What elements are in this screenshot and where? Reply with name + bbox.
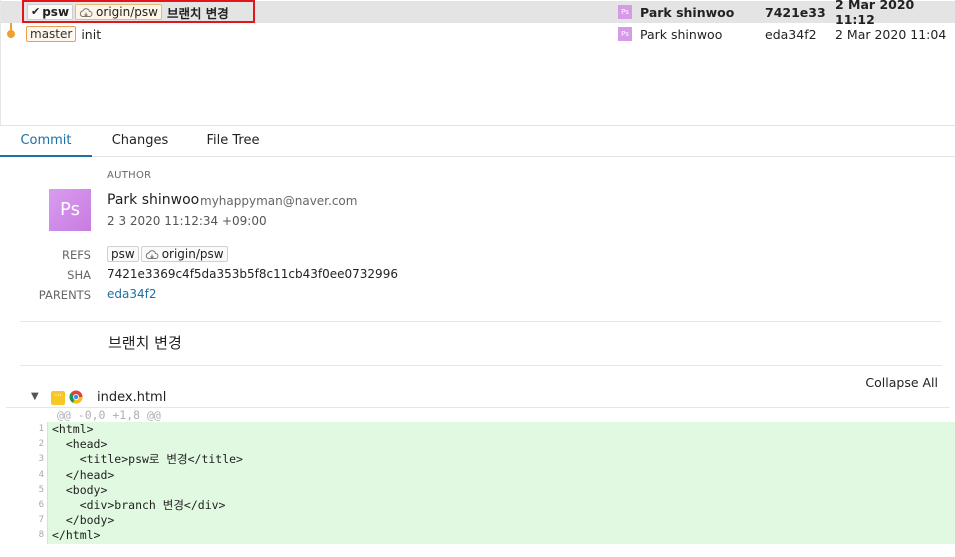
file-diff-header[interactable]: ▼ ··· index.html bbox=[0, 388, 955, 408]
line-number: 3 bbox=[0, 452, 47, 468]
commit-list: ✔ psw origin/psw 브랜치 변경 Ps Park shinwoo … bbox=[0, 0, 955, 126]
diff-line: 8 </html> bbox=[0, 528, 955, 544]
line-number: 2 bbox=[0, 437, 47, 453]
line-number: 1 bbox=[0, 422, 47, 438]
ref-tag-branch[interactable]: psw bbox=[107, 246, 139, 262]
commit-date: 2 Mar 2020 11:04 bbox=[835, 26, 947, 42]
commit-sha: 7421e33 bbox=[765, 4, 826, 20]
divider bbox=[20, 321, 942, 322]
ref-tag-current-branch[interactable]: ✔ psw bbox=[27, 4, 74, 20]
commit-refs: ✔ psw origin/psw 브랜치 변경 bbox=[27, 1, 229, 23]
sha-label: SHA bbox=[67, 268, 91, 282]
line-number: 6 bbox=[0, 497, 47, 514]
ref-tag-remote-branch[interactable]: origin/psw bbox=[140, 246, 228, 262]
sha-value: 7421e3369c4f5da353b5f8c11cb43f0ee0732996 bbox=[107, 267, 398, 281]
parent-commit-link[interactable]: eda34f2 bbox=[107, 287, 156, 301]
detail-author-email[interactable]: myhappyman@naver.com bbox=[200, 194, 357, 208]
ref-tag-branch[interactable]: master bbox=[26, 26, 77, 42]
diff-view: @@ -0,0 +1,8 @@ 1 <html> 2 <head> 3 <titl… bbox=[0, 408, 955, 544]
detail-author-name: Park shinwoo bbox=[107, 192, 200, 208]
diff-line: 4 </head> bbox=[0, 467, 955, 483]
line-number: 7 bbox=[0, 513, 47, 529]
diff-line: 3 <title>psw로 변경</title> bbox=[0, 452, 955, 468]
diff-line: 1 <html> bbox=[0, 422, 955, 438]
tab-changes[interactable]: Changes bbox=[92, 126, 188, 157]
commit-refs: master init bbox=[26, 23, 101, 45]
tab-file-tree[interactable]: File Tree bbox=[188, 126, 278, 157]
avatar: Ps bbox=[618, 5, 632, 19]
more-options-icon[interactable]: ··· bbox=[51, 391, 65, 405]
line-number: 8 bbox=[0, 528, 47, 544]
ref-label: origin/psw bbox=[161, 247, 224, 261]
line-code: <title>psw로 변경</title> bbox=[47, 452, 955, 468]
commit-message: 브랜치 변경 bbox=[166, 5, 229, 21]
detail-commit-date: 2 3 2020 11:12:34 +09:00 bbox=[107, 214, 267, 228]
line-number: 5 bbox=[0, 482, 47, 498]
cloud-icon bbox=[145, 249, 159, 259]
refs-label: REFS bbox=[62, 248, 91, 262]
tab-commit[interactable]: Commit bbox=[0, 126, 92, 157]
author-name: Park shinwoo bbox=[640, 4, 735, 20]
parents-label: PARENTS bbox=[38, 288, 91, 302]
detail-refs: psw origin/psw bbox=[107, 246, 230, 262]
file-name: index.html bbox=[97, 390, 167, 405]
commit-author: Ps Park shinwoo bbox=[618, 1, 734, 23]
collapse-toggle-icon[interactable]: ▼ bbox=[31, 391, 39, 402]
ref-label: origin/psw bbox=[96, 5, 158, 19]
line-code: </body> bbox=[47, 513, 955, 529]
line-code: <html> bbox=[47, 422, 955, 438]
line-code: </head> bbox=[47, 467, 955, 483]
line-code: <div>branch 변경</div> bbox=[47, 497, 955, 514]
ref-tag-remote-branch[interactable]: origin/psw bbox=[75, 4, 162, 20]
commit-row-0[interactable]: ✔ psw origin/psw 브랜치 변경 Ps Park shinwoo … bbox=[1, 0, 955, 27]
line-code: <head> bbox=[47, 437, 955, 453]
commit-sha: eda34f2 bbox=[765, 26, 817, 42]
author-name: Park shinwoo bbox=[640, 26, 723, 42]
commit-row-1[interactable]: master init Ps Park shinwoo eda34f2 2 Ma… bbox=[1, 23, 955, 45]
diff-line: 5 <body> bbox=[0, 482, 955, 498]
author-heading: AUTHOR bbox=[107, 170, 152, 181]
ref-label: psw bbox=[42, 5, 70, 19]
diff-hunk-header: @@ -0,0 +1,8 @@ bbox=[57, 408, 161, 422]
cloud-icon bbox=[79, 7, 93, 17]
commit-message: init bbox=[81, 26, 102, 42]
detail-tabs: Commit Changes File Tree bbox=[0, 126, 955, 157]
diff-line: 6 <div>branch 변경</div> bbox=[0, 497, 955, 514]
line-number: 4 bbox=[0, 467, 47, 483]
author-avatar: Ps bbox=[49, 189, 91, 231]
detail-commit-message: 브랜치 변경 bbox=[108, 334, 182, 352]
divider bbox=[20, 365, 942, 366]
diff-line: 7 </body> bbox=[0, 513, 955, 529]
diff-line: 2 <head> bbox=[0, 437, 955, 453]
line-code: <body> bbox=[47, 482, 955, 498]
line-code: </html> bbox=[47, 528, 955, 544]
chrome-icon bbox=[69, 390, 83, 404]
check-icon: ✔ bbox=[31, 5, 41, 18]
commit-author: Ps Park shinwoo bbox=[618, 23, 722, 45]
avatar: Ps bbox=[618, 27, 632, 41]
